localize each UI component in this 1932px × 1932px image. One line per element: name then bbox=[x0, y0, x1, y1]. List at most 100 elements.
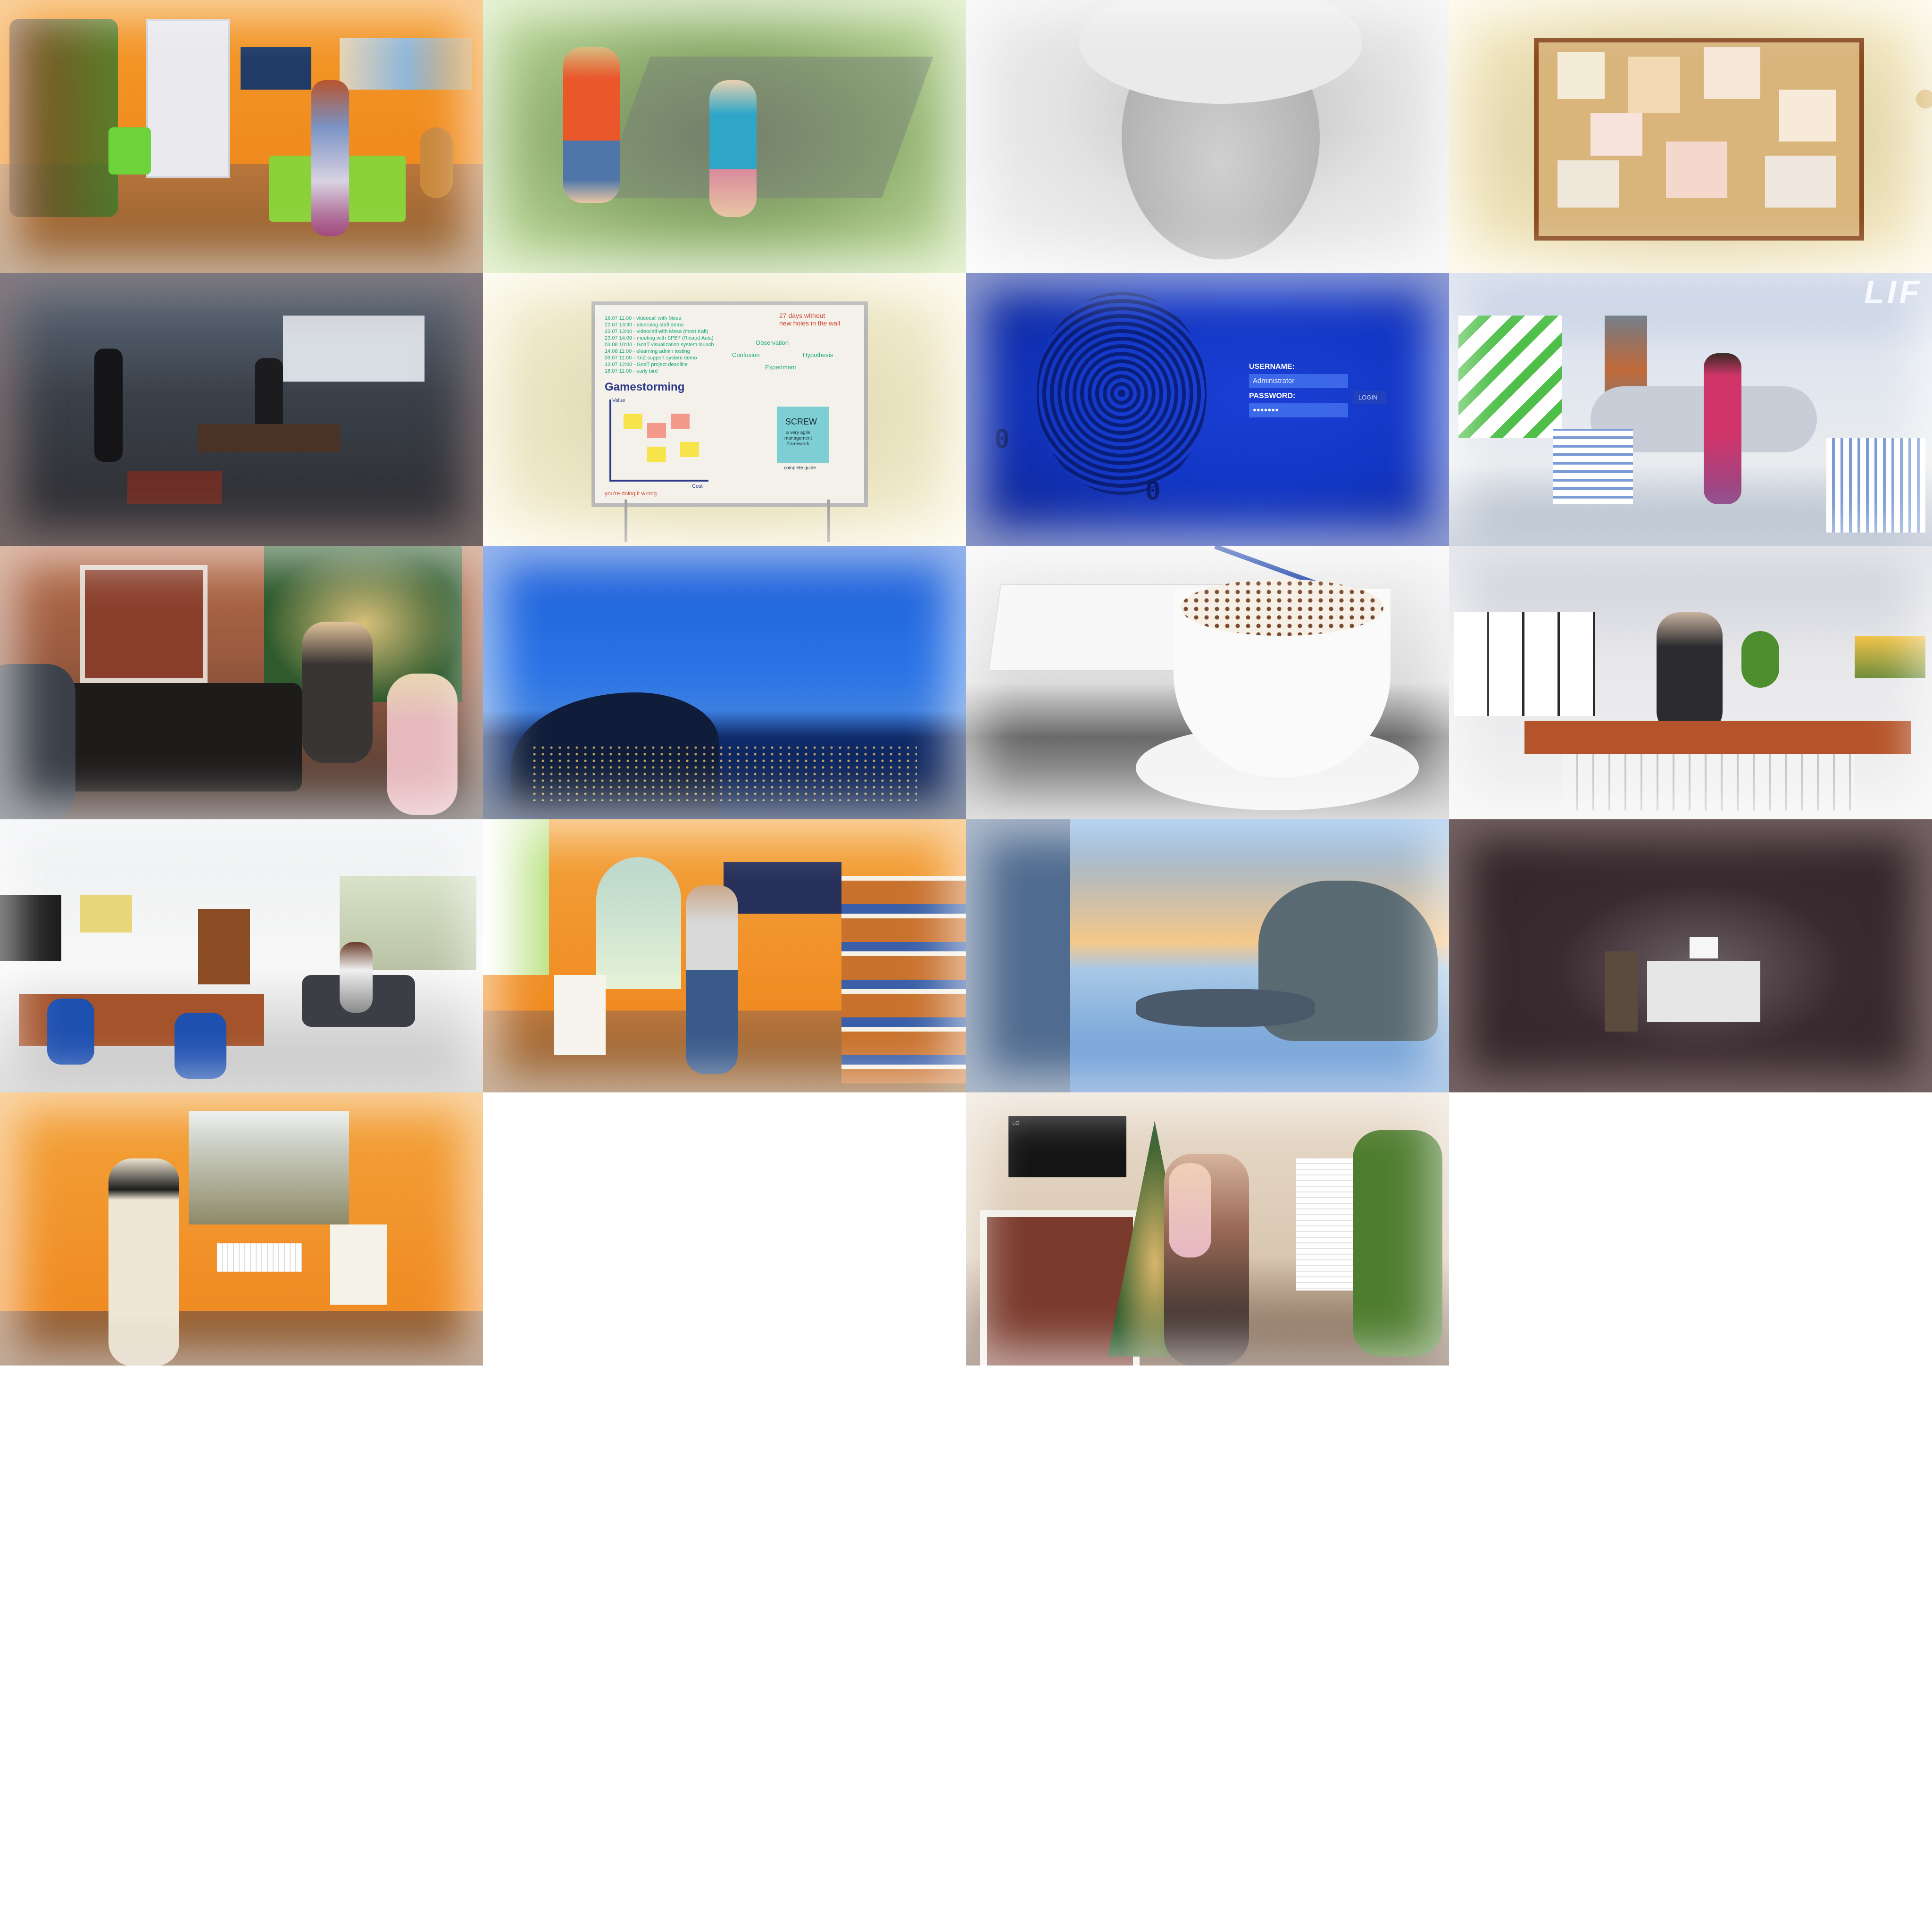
login-button[interactable]: LOGIN bbox=[1353, 391, 1386, 404]
guitar bbox=[420, 127, 453, 198]
coat-avatar bbox=[108, 1158, 179, 1366]
town-lights bbox=[530, 744, 917, 801]
house-plant bbox=[1353, 1130, 1442, 1357]
tile-rocky-sunset[interactable] bbox=[966, 819, 1449, 1092]
screw-note: SCREW a very agile management framework bbox=[777, 407, 829, 463]
tile-orange-room-avatar[interactable] bbox=[483, 819, 966, 1092]
tile-futuristic-lounge[interactable]: LIF bbox=[1449, 273, 1932, 546]
drawer-unit bbox=[554, 975, 606, 1055]
arched-window bbox=[596, 857, 681, 989]
footer-note: you're doing it wrong bbox=[605, 490, 657, 497]
tile-toddlers-garden[interactable] bbox=[483, 0, 966, 273]
shelves bbox=[1454, 612, 1595, 716]
plant bbox=[1741, 631, 1779, 688]
baby-girl bbox=[387, 674, 458, 815]
boy bbox=[302, 622, 373, 763]
woman-avatar bbox=[311, 80, 349, 236]
ottoman bbox=[57, 683, 302, 791]
wall-board bbox=[80, 895, 132, 933]
bookcase bbox=[198, 909, 250, 984]
log-line: 03.08 10:00 - GoaT visualization system … bbox=[605, 342, 714, 348]
username-label: USERNAME: bbox=[1249, 363, 1295, 371]
radiator bbox=[217, 1243, 302, 1272]
screw-footer: complete guide bbox=[784, 466, 816, 471]
window-view bbox=[189, 1111, 349, 1224]
chair-blue bbox=[47, 999, 94, 1065]
binary-digits: 0 bbox=[1145, 476, 1161, 506]
board-title: Gamestorming bbox=[605, 381, 685, 393]
man-avatar bbox=[1657, 612, 1723, 735]
drawing bbox=[1779, 90, 1836, 142]
tile-cappuccino[interactable] bbox=[966, 546, 1449, 819]
tile-login-screen[interactable]: 0 0 USERNAME: Administrator PASSWORD: ●●… bbox=[966, 273, 1449, 546]
monitor bbox=[1690, 937, 1718, 958]
chair bbox=[1605, 951, 1638, 1032]
fingerprint bbox=[1037, 292, 1207, 495]
cycle-observation: Observation bbox=[756, 339, 789, 346]
cycle-hypothesis: Hypothesis bbox=[803, 351, 833, 358]
tile-office-desk[interactable] bbox=[1449, 546, 1932, 819]
tile-girl-portrait[interactable] bbox=[966, 0, 1449, 273]
image-gallery: 16.07 11:00 - videocall with Mesa 22.07 … bbox=[0, 0, 1932, 1366]
curtain bbox=[483, 819, 549, 975]
woman-avatar bbox=[1704, 353, 1741, 504]
fireplace bbox=[80, 565, 208, 683]
tile-white-coat-avatar[interactable] bbox=[0, 1092, 483, 1366]
lounge-wall-text: LIF bbox=[1864, 274, 1922, 310]
cycle-experiment: Experiment bbox=[765, 364, 796, 371]
login-panel: USERNAME: Administrator PASSWORD: ●●●●●●… bbox=[1249, 363, 1391, 419]
sticky-note bbox=[624, 414, 642, 429]
tv-brand: LG bbox=[1012, 1120, 1020, 1126]
person-walking bbox=[94, 349, 123, 462]
desk bbox=[1647, 961, 1760, 1022]
drawer-unit bbox=[330, 1224, 387, 1305]
tree-bookshelf bbox=[9, 19, 118, 217]
whiteboard: 16.07 11:00 - videocall with Mesa 22.07 … bbox=[591, 301, 868, 507]
stone-path bbox=[599, 57, 933, 198]
log-line: 05.07 11:00 - KnZ support system demo bbox=[605, 355, 697, 361]
username-value: Administrator bbox=[1253, 377, 1295, 385]
green-chair bbox=[108, 127, 151, 175]
screw-subtitle: a very agile management framework bbox=[784, 430, 812, 447]
tile-whiteboard[interactable]: 16.07 11:00 - videocall with Mesa 22.07 … bbox=[483, 273, 966, 546]
password-value: ●●●●●●● bbox=[1253, 406, 1279, 413]
sticky-note bbox=[647, 423, 666, 438]
green-shelves bbox=[1458, 316, 1562, 438]
binary-digits: 0 bbox=[994, 424, 1010, 454]
tile-office-room[interactable] bbox=[0, 819, 483, 1092]
password-field[interactable]: ●●●●●●● bbox=[1249, 403, 1348, 417]
tile-cork-board[interactable] bbox=[1449, 0, 1932, 273]
light-cube bbox=[1826, 438, 1925, 533]
photo-frames bbox=[241, 47, 311, 90]
cycle-confusion: Confusion bbox=[732, 351, 760, 358]
toddler-orange bbox=[563, 47, 620, 203]
seated-avatar bbox=[340, 942, 373, 1013]
tile-children-christmas[interactable] bbox=[0, 546, 483, 819]
shore-rock bbox=[1136, 989, 1315, 1027]
tile-coastal-dusk[interactable] bbox=[483, 546, 966, 819]
sticky-note bbox=[647, 447, 666, 462]
screw-title: SCREW bbox=[785, 417, 817, 426]
left-rock bbox=[966, 819, 1070, 1092]
log-line: 14.08 11:00 - elearning admin testing bbox=[605, 349, 690, 354]
username-field[interactable]: Administrator bbox=[1249, 374, 1348, 388]
baby bbox=[1169, 1163, 1211, 1257]
rug bbox=[127, 471, 222, 504]
wall-pictures bbox=[340, 38, 472, 90]
drawing bbox=[1628, 57, 1680, 113]
tv-screen bbox=[0, 895, 61, 961]
tile-orange-bedroom[interactable] bbox=[0, 0, 483, 273]
whiteboard-stand bbox=[625, 500, 627, 542]
x-axis bbox=[609, 480, 708, 482]
hair bbox=[1079, 0, 1362, 104]
tile-dark-workshop[interactable] bbox=[0, 273, 483, 546]
tile-empty bbox=[483, 1092, 966, 1366]
drawing bbox=[1704, 47, 1760, 99]
bookshelf bbox=[841, 876, 966, 1083]
log-line: 23.07 14:00 - meeting with SPB7 (Rinaud … bbox=[605, 335, 714, 341]
login-button-label: LOGIN bbox=[1358, 394, 1378, 401]
drawing bbox=[1557, 52, 1605, 99]
tile-grandfather-christmas[interactable]: LG bbox=[966, 1092, 1449, 1366]
desk bbox=[198, 424, 340, 452]
tile-dim-desk[interactable] bbox=[1449, 819, 1932, 1092]
